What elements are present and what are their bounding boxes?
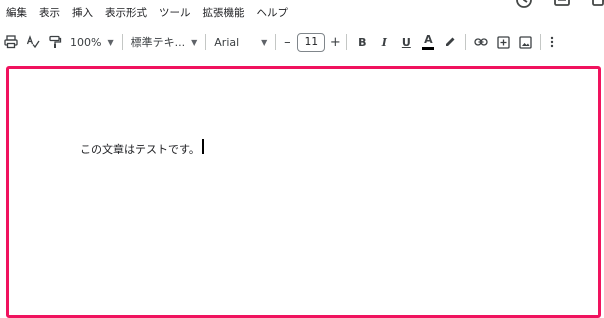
font-dropdown[interactable]: Arial ▼ bbox=[210, 30, 271, 54]
add-comment-icon[interactable] bbox=[492, 30, 514, 54]
text-color-label: A bbox=[424, 33, 433, 46]
highlight-pen-icon[interactable] bbox=[439, 30, 461, 54]
comments-icon[interactable] bbox=[552, 0, 572, 10]
chevron-down-icon: ▼ bbox=[107, 37, 114, 47]
italic-button[interactable]: I bbox=[373, 30, 395, 54]
divider bbox=[346, 34, 348, 50]
menu-format[interactable]: 表示形式 bbox=[99, 0, 153, 26]
divider bbox=[540, 34, 542, 50]
document-text[interactable]: この文章はテストです。 bbox=[80, 141, 200, 157]
menu-help[interactable]: ヘルプ bbox=[251, 0, 295, 26]
menu-edit[interactable]: 編集 bbox=[0, 0, 33, 26]
menu-extensions[interactable]: 拡張機能 bbox=[197, 0, 251, 26]
menu-insert[interactable]: 挿入 bbox=[66, 0, 99, 26]
paint-format-icon[interactable] bbox=[44, 30, 66, 54]
link-icon[interactable] bbox=[470, 30, 492, 54]
divider bbox=[121, 34, 123, 50]
toolbar: 100% ▼ 標準テキ... ▼ Arial ▼ – 11 + B I U A bbox=[0, 28, 604, 56]
spellcheck-icon[interactable] bbox=[22, 30, 44, 54]
meet-icon[interactable] bbox=[590, 0, 604, 10]
underline-button[interactable]: U bbox=[395, 30, 417, 54]
font-size-input[interactable]: 11 bbox=[297, 32, 326, 52]
chevron-down-icon: ▼ bbox=[191, 37, 198, 47]
font-size-field-wrap: 11 bbox=[294, 30, 328, 54]
menu-view[interactable]: 表示 bbox=[33, 0, 66, 26]
divider bbox=[275, 34, 277, 50]
insert-image-icon[interactable] bbox=[514, 30, 536, 54]
text-cursor bbox=[202, 139, 204, 154]
divider bbox=[465, 34, 467, 50]
increase-font-size-button[interactable]: + bbox=[328, 30, 342, 54]
style-dropdown[interactable]: 標準テキ... ▼ bbox=[127, 30, 202, 54]
divider bbox=[205, 34, 207, 50]
more-options-icon[interactable] bbox=[545, 30, 559, 54]
document-page[interactable]: この文章はテストです。 bbox=[6, 66, 601, 318]
text-color-swatch bbox=[422, 47, 435, 50]
decrease-font-size-button[interactable]: – bbox=[280, 30, 294, 54]
chevron-down-icon: ▼ bbox=[261, 37, 268, 47]
history-icon[interactable] bbox=[514, 0, 534, 10]
print-icon[interactable] bbox=[0, 30, 22, 54]
text-color-button[interactable]: A bbox=[417, 30, 439, 54]
bold-button[interactable]: B bbox=[351, 30, 373, 54]
top-right-icons bbox=[514, 0, 604, 10]
style-value: 標準テキ... bbox=[130, 36, 186, 49]
zoom-dropdown[interactable]: 100% ▼ bbox=[66, 30, 118, 54]
zoom-value: 100% bbox=[70, 35, 102, 49]
font-value: Arial bbox=[214, 35, 240, 49]
menu-tools[interactable]: ツール bbox=[153, 0, 197, 26]
